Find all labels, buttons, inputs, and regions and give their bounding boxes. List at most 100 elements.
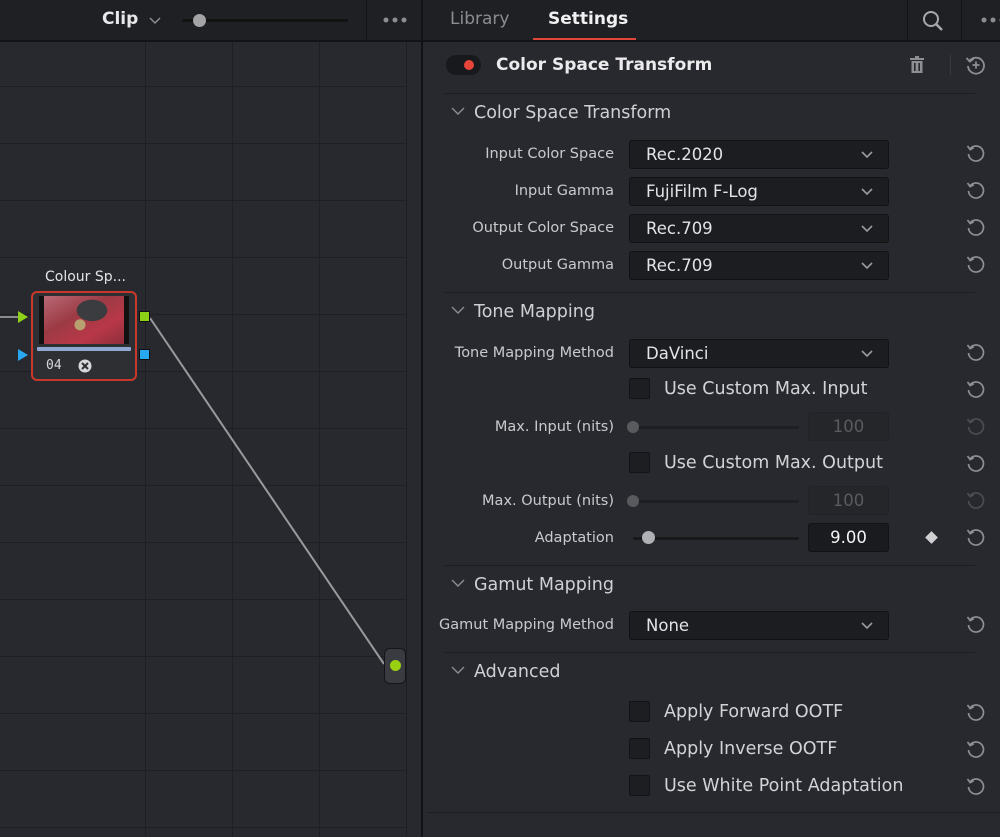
grid-line <box>145 42 146 837</box>
section-tone-mapping-header[interactable]: Tone Mapping <box>451 302 595 322</box>
chevron-down-icon <box>861 188 873 196</box>
slider-knob[interactable] <box>627 421 639 433</box>
reset-icon[interactable] <box>965 378 987 400</box>
reset-icon[interactable] <box>965 179 987 201</box>
reset-icon[interactable] <box>965 738 987 760</box>
chevron-down-icon <box>861 225 873 233</box>
reset-icon[interactable] <box>965 341 987 363</box>
node-grid <box>0 42 421 837</box>
max-input-label: Max. Input (nits) <box>494 419 614 435</box>
rgb-output-port[interactable] <box>139 311 150 322</box>
reset-icon[interactable] <box>965 452 987 474</box>
tone-mapping-method-dropdown[interactable]: DaVinci <box>629 339 889 368</box>
grid-line <box>0 428 406 429</box>
reset-icon[interactable] <box>965 216 987 238</box>
reset-icon[interactable] <box>965 253 987 275</box>
section-title: Gamut Mapping <box>474 575 614 595</box>
apply-inverse-ootf-label[interactable]: Apply Inverse OOTF <box>664 739 837 759</box>
use-custom-max-input-label[interactable]: Use Custom Max. Input <box>664 379 867 399</box>
chevron-down-icon <box>451 579 465 587</box>
reset-icon[interactable] <box>965 613 987 635</box>
output-gamma-dropdown[interactable]: Rec.709 <box>629 251 889 280</box>
grid-line <box>0 86 406 87</box>
apply-forward-ootf-label[interactable]: Apply Forward OOTF <box>664 702 843 722</box>
max-input-value-field[interactable]: 100 <box>808 412 889 441</box>
alpha-output-port[interactable] <box>139 349 150 360</box>
trash-icon[interactable] <box>908 55 926 75</box>
grid-line <box>319 42 320 837</box>
zoom-slider-knob[interactable] <box>192 14 206 27</box>
node-number: 04 <box>46 358 62 373</box>
alpha-input-port[interactable] <box>18 349 28 361</box>
input-connection-line <box>0 316 18 318</box>
grid-line <box>0 143 406 144</box>
use-white-point-adaptation-label[interactable]: Use White Point Adaptation <box>664 776 906 796</box>
section-advanced-header[interactable]: Advanced <box>451 662 560 682</box>
use-custom-max-output-label[interactable]: Use Custom Max. Output <box>664 453 883 473</box>
node-editor[interactable]: Clip Colour Sp... 04 <box>0 0 421 837</box>
use-custom-max-input-checkbox[interactable] <box>629 378 650 399</box>
grid-line <box>0 656 406 657</box>
apply-inverse-ootf-checkbox[interactable] <box>629 738 650 759</box>
section-divider <box>427 812 1000 813</box>
reset-icon[interactable] <box>965 142 987 164</box>
grid-line <box>0 827 406 828</box>
tab-settings[interactable]: Settings <box>548 9 628 29</box>
grid-line <box>406 42 407 837</box>
node-tree-output[interactable] <box>384 648 406 684</box>
max-input-slider[interactable] <box>627 420 799 434</box>
inspector-tabbar: Library Settings <box>423 0 1000 42</box>
chevron-down-icon <box>451 666 465 674</box>
slider-knob[interactable] <box>641 531 655 544</box>
max-output-value-field[interactable]: 100 <box>808 486 889 515</box>
reset-icon[interactable] <box>965 775 987 797</box>
adaptation-label: Adaptation <box>534 530 614 546</box>
adaptation-value-field[interactable]: 9.00 <box>808 523 889 552</box>
slider-track <box>633 500 799 503</box>
section-gamut-mapping-header[interactable]: Gamut Mapping <box>451 575 614 595</box>
zoom-slider-track <box>182 19 348 22</box>
input-color-space-label: Input Color Space <box>485 146 614 162</box>
use-custom-max-output-checkbox[interactable] <box>629 452 650 473</box>
max-output-slider[interactable] <box>627 494 799 508</box>
corrector-node[interactable]: 04 <box>31 291 137 381</box>
more-horizontal-icon[interactable] <box>976 10 1000 30</box>
grid-line <box>0 770 406 771</box>
dropdown-value: FujiFilm F-Log <box>646 182 758 201</box>
input-gamma-dropdown[interactable]: FujiFilm F-Log <box>629 177 889 206</box>
output-color-space-dropdown[interactable]: Rec.709 <box>629 214 889 243</box>
section-divider <box>445 565 975 566</box>
section-cst-header[interactable]: Color Space Transform <box>451 103 671 123</box>
output-gamma-label: Output Gamma <box>501 257 614 273</box>
grid-line <box>0 599 406 600</box>
reset-icon[interactable] <box>965 489 987 511</box>
rgb-input-port[interactable] <box>18 311 28 323</box>
reset-all-icon[interactable] <box>964 53 988 77</box>
keyframe-diamond-icon[interactable] <box>925 531 938 544</box>
reset-icon[interactable] <box>965 415 987 437</box>
section-divider <box>445 292 975 293</box>
gamut-mapping-method-dropdown[interactable]: None <box>629 611 889 640</box>
reset-icon[interactable] <box>965 526 987 548</box>
node-zoom-slider[interactable] <box>182 12 348 28</box>
node-title: Colour Sp... <box>45 269 126 285</box>
tabbar-divider <box>961 0 962 40</box>
tab-library[interactable]: Library <box>450 9 509 29</box>
slider-knob[interactable] <box>627 495 639 507</box>
chevron-down-icon <box>861 350 873 358</box>
resolvefx-icon <box>78 359 92 373</box>
more-horizontal-icon[interactable] <box>378 10 412 30</box>
chevron-down-icon[interactable] <box>147 12 163 28</box>
tone-mapping-method-label: Tone Mapping Method <box>454 345 614 361</box>
node-mode-label[interactable]: Clip <box>102 9 138 29</box>
chevron-down-icon <box>451 306 465 314</box>
adaptation-slider[interactable] <box>633 531 799 545</box>
slider-track <box>633 426 799 429</box>
grid-line <box>0 713 406 714</box>
search-icon[interactable] <box>921 9 945 33</box>
reset-icon[interactable] <box>965 701 987 723</box>
effect-enable-toggle[interactable] <box>446 55 481 75</box>
input-color-space-dropdown[interactable]: Rec.2020 <box>629 140 889 169</box>
use-white-point-adaptation-checkbox[interactable] <box>629 775 650 796</box>
apply-forward-ootf-checkbox[interactable] <box>629 701 650 722</box>
